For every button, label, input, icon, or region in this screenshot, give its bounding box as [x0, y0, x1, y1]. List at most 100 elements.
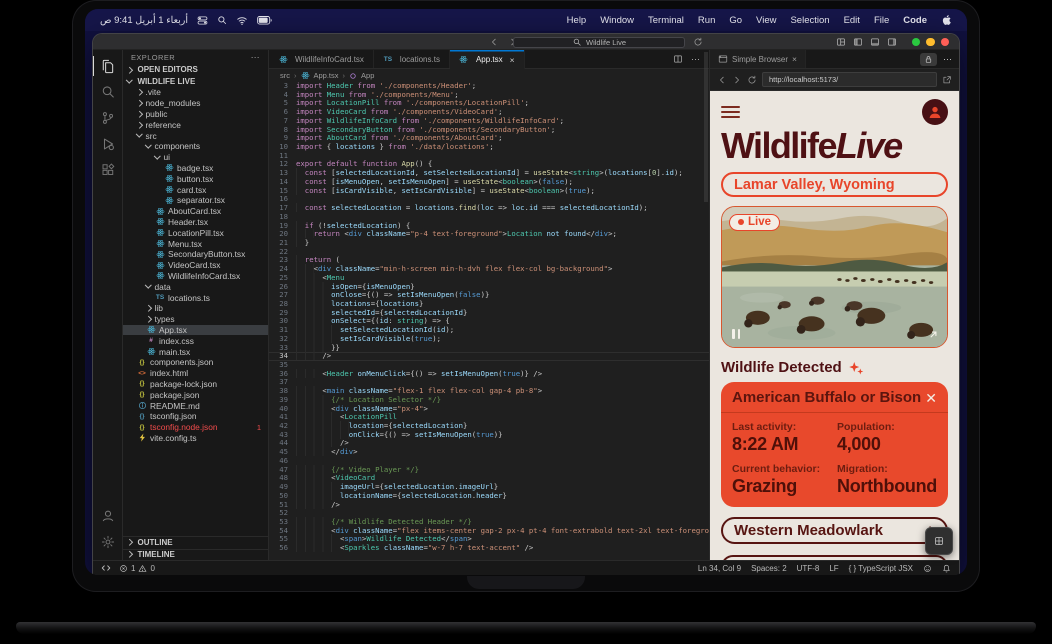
open-editors-section[interactable]: OPEN EDITORS — [123, 64, 268, 76]
explorer-more-icon[interactable]: ⋯ — [251, 52, 260, 63]
breadcrumb[interactable]: src › App.tsx › App — [269, 69, 709, 82]
tree-item-App.tsx[interactable]: App.tsx — [123, 325, 268, 336]
browser-forward-icon[interactable] — [732, 75, 742, 85]
tree-item-package-lock.json[interactable]: {}package-lock.json — [123, 379, 268, 390]
control-center-icon[interactable] — [197, 15, 208, 26]
panel-more-icon[interactable]: ⋯ — [943, 54, 952, 65]
code-line-34[interactable]: 34 /> — [269, 352, 709, 361]
code-line-20[interactable]: 20 return <div className="p-4 text-foreg… — [269, 230, 709, 239]
tree-item-README.md[interactable]: README.md — [123, 400, 268, 411]
code-line-33[interactable]: 33 }} — [269, 344, 709, 353]
menu-window[interactable]: Window — [600, 15, 634, 26]
tree-item-button.tsx[interactable]: button.tsx — [123, 173, 268, 184]
problems-indicator[interactable]: 1 0 — [119, 564, 155, 573]
editor-more-icon[interactable]: ⋯ — [691, 54, 700, 65]
outline-section[interactable]: OUTLINE — [123, 537, 268, 549]
expand-icon[interactable] — [928, 329, 939, 340]
browser-back-icon[interactable] — [717, 75, 727, 85]
tree-item-reference[interactable]: reference — [123, 119, 268, 130]
history-back-button[interactable] — [489, 37, 499, 47]
code-line-21[interactable]: 21 } — [269, 239, 709, 248]
tree-item-VideoCard.tsx[interactable]: VideoCard.tsx — [123, 260, 268, 271]
toggle-panel-icon[interactable] — [870, 37, 880, 47]
tree-item-badge.tsx[interactable]: badge.tsx — [123, 163, 268, 174]
avatar[interactable] — [922, 99, 948, 125]
split-editor-icon[interactable] — [673, 54, 683, 64]
status--typescript-jsx[interactable]: { } TypeScript JSX — [849, 564, 913, 573]
activity-run-debug[interactable] — [93, 131, 123, 157]
workspace-root[interactable]: WILDLIFE LIVE — [123, 76, 268, 88]
apple-menu-icon[interactable] — [941, 14, 952, 26]
timeline-section[interactable]: TIMELINE — [123, 549, 268, 561]
code-line-51[interactable]: 51 /> — [269, 501, 709, 510]
tab-App.tsx[interactable]: App.tsx× — [450, 50, 525, 69]
tree-item-Header.tsx[interactable]: Header.tsx — [123, 217, 268, 228]
code-line-10[interactable]: 10import { locations } from './data/loca… — [269, 143, 709, 152]
wifi-icon[interactable] — [236, 15, 248, 26]
tree-item-node_modules[interactable]: node_modules — [123, 98, 268, 109]
tree-item-vite.config.ts[interactable]: vite.config.ts — [123, 433, 268, 444]
tree-item-.vite[interactable]: .vite — [123, 87, 268, 98]
tab-locations.ts[interactable]: TSlocations.ts — [374, 50, 450, 68]
tree-item-index.html[interactable]: <>index.html — [123, 368, 268, 379]
activity-source-control[interactable] — [93, 105, 123, 131]
lock-button[interactable] — [920, 53, 937, 66]
tree-item-card.tsx[interactable]: card.tsx — [123, 184, 268, 195]
simple-browser-tab[interactable]: Simple Browser × — [710, 50, 806, 68]
activity-extensions[interactable] — [93, 157, 123, 183]
menu-view[interactable]: View — [756, 15, 776, 26]
remote-indicator-icon[interactable] — [101, 563, 111, 573]
command-center-search[interactable]: Wildlife Live — [513, 37, 685, 48]
menu-go[interactable]: Go — [729, 15, 742, 26]
open-external-icon[interactable] — [942, 75, 952, 85]
close-icon[interactable]: × — [792, 54, 797, 64]
code-line-45[interactable]: 45 </div> — [269, 448, 709, 457]
tree-item-lib[interactable]: lib — [123, 303, 268, 314]
activity-explorer[interactable] — [93, 53, 123, 79]
hamburger-menu-icon[interactable] — [721, 103, 740, 121]
code-line-36[interactable]: 36 <Header onMenuClick={() => setIsMenuO… — [269, 370, 709, 379]
tree-item-AboutCard.tsx[interactable]: AboutCard.tsx — [123, 206, 268, 217]
browser-reload-icon[interactable] — [747, 75, 757, 85]
editor-scrollbar[interactable] — [704, 52, 708, 202]
code-editor[interactable]: 3import Header from './components/Header… — [269, 82, 709, 560]
menu-selection[interactable]: Selection — [790, 15, 829, 26]
url-input[interactable]: http://localhost:5173/ — [762, 72, 937, 87]
feedback-icon[interactable] — [923, 564, 932, 573]
close-window-button[interactable] — [941, 38, 950, 47]
close-tab-icon[interactable]: × — [510, 55, 515, 65]
menu-terminal[interactable]: Terminal — [648, 15, 684, 26]
tree-item-data[interactable]: data — [123, 281, 268, 292]
tree-item-locations.ts[interactable]: TSlocations.ts — [123, 292, 268, 303]
menu-edit[interactable]: Edit — [844, 15, 860, 26]
pause-button[interactable] — [732, 329, 740, 339]
tree-item-components[interactable]: components — [123, 141, 268, 152]
zoom-window-button[interactable] — [912, 38, 921, 47]
settings-button[interactable] — [93, 529, 123, 555]
notifications-icon[interactable] — [942, 564, 951, 573]
tree-item-types[interactable]: types — [123, 314, 268, 325]
toggle-primary-sidebar-icon[interactable] — [853, 37, 863, 47]
tree-item-LocationPill.tsx[interactable]: LocationPill.tsx — [123, 227, 268, 238]
minimize-window-button[interactable] — [926, 38, 935, 47]
spotlight-search-icon[interactable] — [217, 15, 227, 25]
menu-help[interactable]: Help — [567, 15, 587, 26]
customize-layout-icon[interactable] — [836, 37, 846, 47]
toggle-secondary-sidebar-icon[interactable] — [887, 37, 897, 47]
tree-item-tsconfig.node.json[interactable]: {}tsconfig.node.json1 — [123, 422, 268, 433]
menu-file[interactable]: File — [874, 15, 889, 26]
tree-item-package.json[interactable]: {}package.json — [123, 389, 268, 400]
floating-layout-button[interactable] — [925, 527, 953, 555]
code-line-15[interactable]: 15 const [isCardVisible, setIsCardVisibl… — [269, 187, 709, 196]
status-spaces-2[interactable]: Spaces: 2 — [751, 564, 787, 573]
code-line-56[interactable]: 56 <Sparkles className="w-7 h-7 text-acc… — [269, 544, 709, 553]
tree-item-src[interactable]: src — [123, 130, 268, 141]
activity-search[interactable] — [93, 79, 123, 105]
tree-item-SecondaryButton.tsx[interactable]: SecondaryButton.tsx — [123, 249, 268, 260]
menu-code[interactable]: Code — [903, 15, 927, 26]
location-pill[interactable]: Lamar Valley, Wyoming — [721, 172, 948, 197]
tree-item-main.tsx[interactable]: main.tsx — [123, 346, 268, 357]
video-card[interactable]: Live — [721, 206, 948, 348]
close-icon[interactable]: ✕ — [925, 393, 937, 403]
tree-item-components.json[interactable]: {}components.json — [123, 357, 268, 368]
